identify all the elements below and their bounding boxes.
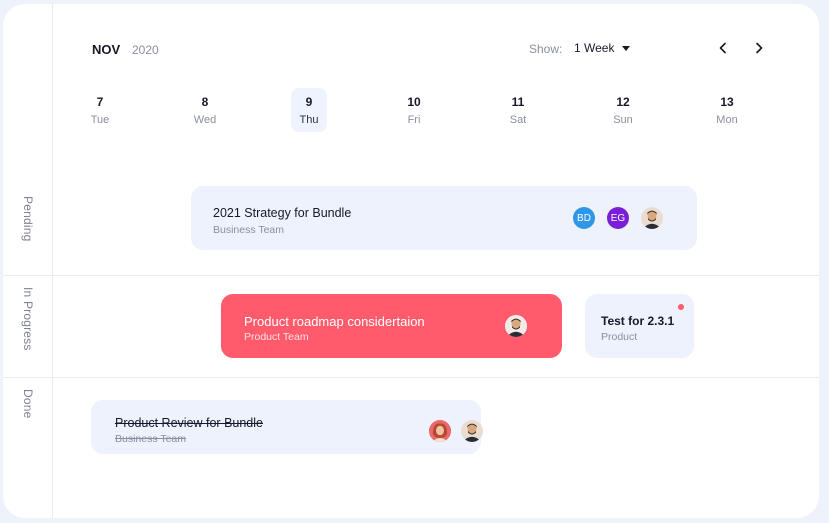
lane-label-pending: Pending xyxy=(21,196,35,242)
day-column-wed[interactable]: 8 Wed xyxy=(187,88,223,132)
user-photo-icon xyxy=(641,207,663,229)
day-name: Thu xyxy=(299,114,319,126)
day-name: Wed xyxy=(193,114,217,126)
task-team: Product xyxy=(601,331,638,343)
day-number: 12 xyxy=(616,95,630,109)
prev-week-button[interactable] xyxy=(715,40,731,56)
user-photo-icon xyxy=(429,420,451,442)
avatar-bd[interactable]: BD xyxy=(573,207,595,229)
lane-divider xyxy=(3,377,819,378)
day-column-sat[interactable]: 11 Sat xyxy=(500,88,536,132)
day-number: 7 xyxy=(96,95,104,109)
user-photo-icon xyxy=(461,420,483,442)
view-range-dropdown[interactable]: 1 Week xyxy=(574,41,631,55)
user-photo-avatar[interactable] xyxy=(505,315,527,337)
day-column-tue[interactable]: 7 Tue xyxy=(82,88,118,132)
day-column-mon[interactable]: 13 Mon xyxy=(709,88,745,132)
task-title: Product roadmap considertaion xyxy=(244,314,425,329)
view-range-value: 1 Week xyxy=(574,41,615,55)
next-week-button[interactable] xyxy=(751,40,767,56)
lane-label-in-progress: In Progress xyxy=(21,287,35,351)
user-photo-avatar[interactable] xyxy=(429,420,451,442)
lane-label-column xyxy=(3,4,53,518)
calendar-card: Pending In Progress Done NOV 2020 Show: … xyxy=(3,4,819,518)
user-photo-icon xyxy=(505,315,527,337)
day-column-thu-selected[interactable]: 9 Thu xyxy=(291,88,327,132)
user-photo-avatar[interactable] xyxy=(641,207,663,229)
day-number: 11 xyxy=(511,95,525,109)
show-label: Show: xyxy=(529,42,563,56)
day-number: 9 xyxy=(305,95,313,109)
lane-label-done: Done xyxy=(21,389,35,419)
task-title: Test for 2.3.1 xyxy=(601,314,675,328)
day-name: Tue xyxy=(90,114,110,126)
day-name: Sun xyxy=(613,114,633,126)
avatar-initials: BD xyxy=(577,212,591,224)
notification-dot xyxy=(678,304,684,310)
month-label: NOV xyxy=(92,42,121,57)
task-title: Product Review for Bundle xyxy=(115,416,263,430)
task-card-review[interactable]: Product Review for Bundle Business Team xyxy=(91,400,483,454)
task-team: Business Team xyxy=(213,224,285,236)
task-title: 2021 Strategy for Bundle xyxy=(213,206,352,220)
day-name: Sat xyxy=(509,114,527,126)
task-team: Product Team xyxy=(244,331,309,343)
chevron-right-icon xyxy=(756,42,763,54)
lane-divider xyxy=(3,275,819,276)
day-column-sun[interactable]: 12 Sun xyxy=(605,88,641,132)
year-label: 2020 xyxy=(132,43,159,57)
day-number: 13 xyxy=(720,95,734,109)
task-card-test[interactable]: Test for 2.3.1 Product xyxy=(585,294,694,358)
day-column-fri[interactable]: 10 Fri xyxy=(396,88,432,132)
avatar-initials: EG xyxy=(610,212,626,224)
day-name: Mon xyxy=(716,114,738,126)
day-number: 10 xyxy=(407,95,421,109)
task-card-strategy[interactable]: 2021 Strategy for Bundle Business Team B… xyxy=(191,186,697,250)
user-photo-avatar[interactable] xyxy=(461,420,483,442)
task-team: Business Team xyxy=(115,433,187,445)
task-card-roadmap[interactable]: Product roadmap considertaion Product Te… xyxy=(221,294,562,358)
day-number: 8 xyxy=(201,95,209,109)
avatar-eg[interactable]: EG xyxy=(607,207,629,229)
chevron-left-icon xyxy=(719,42,726,54)
day-name: Fri xyxy=(407,114,421,126)
caret-down-icon xyxy=(622,45,631,51)
